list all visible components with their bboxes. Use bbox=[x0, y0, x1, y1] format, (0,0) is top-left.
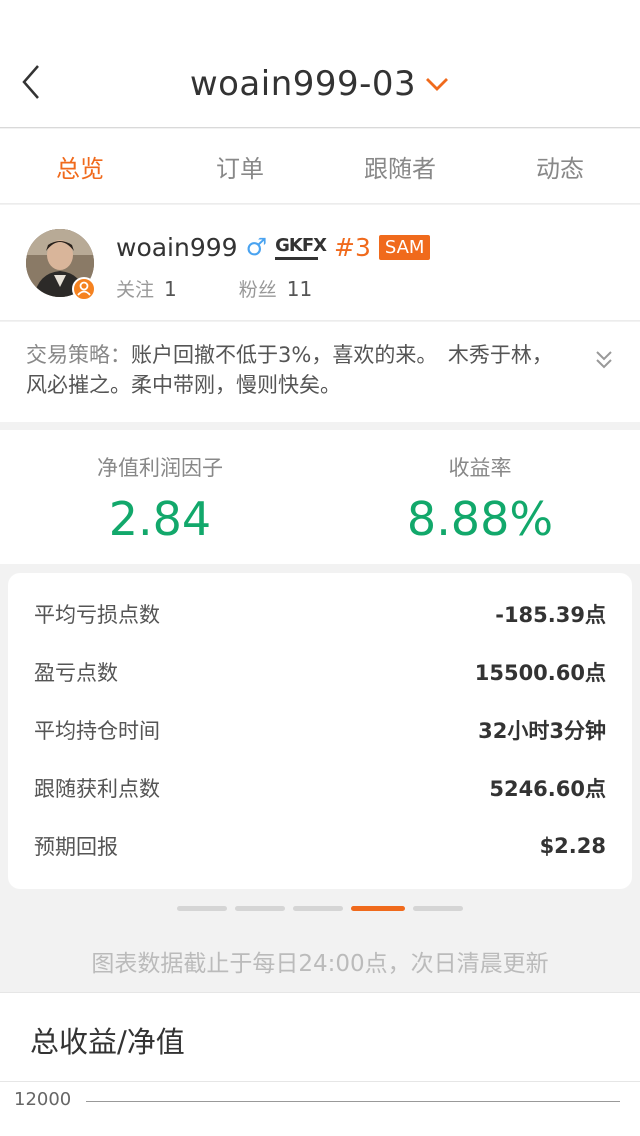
metric-row: 平均亏损点数 -185.39点 bbox=[8, 585, 632, 643]
metric-value: -185.39点 bbox=[495, 603, 606, 627]
user-name: woain999 bbox=[116, 232, 238, 262]
tab-bar: 总览 订单 跟随者 动态 bbox=[0, 129, 640, 204]
tab-overview[interactable]: 总览 bbox=[0, 129, 160, 203]
divider bbox=[0, 1081, 640, 1082]
nav-header: woain999-03 bbox=[0, 0, 640, 128]
key-stats: 净值利润因子 2.84 收益率 8.88% bbox=[0, 430, 640, 564]
stat-value: 8.88% bbox=[406, 492, 554, 546]
metric-label: 盈亏点数 bbox=[34, 661, 118, 685]
tab-followers[interactable]: 跟随者 bbox=[320, 129, 480, 203]
rank-label: #3 bbox=[334, 232, 371, 262]
male-icon: ♂ bbox=[245, 233, 268, 261]
metric-label: 平均亏损点数 bbox=[34, 603, 160, 627]
fans-count[interactable]: 11 bbox=[287, 277, 312, 301]
account-switcher[interactable]: woain999-03 bbox=[0, 62, 640, 106]
verified-badge-icon bbox=[72, 277, 96, 301]
following-count[interactable]: 1 bbox=[164, 277, 177, 301]
page-dot[interactable] bbox=[235, 906, 285, 911]
metric-value: 5246.60点 bbox=[489, 777, 606, 801]
chevron-down-icon[interactable] bbox=[424, 74, 450, 94]
metric-label: 预期回报 bbox=[34, 835, 118, 859]
stat-return-rate: 收益率 8.88% bbox=[320, 430, 640, 564]
broker-logo: GKFX bbox=[275, 235, 327, 260]
fans-label[interactable]: 粉丝 bbox=[239, 275, 277, 302]
page-indicator bbox=[0, 906, 640, 911]
stat-value: 2.84 bbox=[108, 492, 212, 546]
stat-profit-factor: 净值利润因子 2.84 bbox=[0, 430, 320, 564]
chart-title: 总收益/净值 bbox=[30, 1025, 185, 1059]
chart-gridline bbox=[86, 1101, 620, 1102]
strategy-label: 交易策略： bbox=[26, 343, 131, 367]
following-label[interactable]: 关注 bbox=[116, 275, 154, 302]
double-chevron-down-icon[interactable] bbox=[592, 348, 616, 372]
y-tick-label: 12000 bbox=[14, 1089, 72, 1110]
page-dot[interactable] bbox=[413, 906, 463, 911]
page: woain999-03 总览 订单 跟随者 动态 woain999 ♂ GKFX… bbox=[0, 0, 640, 1136]
metric-label: 跟随获利点数 bbox=[34, 777, 160, 801]
strategy-tag-badge: SAM bbox=[378, 234, 431, 260]
metric-label: 平均持仓时间 bbox=[34, 719, 160, 743]
metrics-card[interactable]: 平均亏损点数 -185.39点 盈亏点数 15500.60点 平均持仓时间 32… bbox=[8, 573, 632, 889]
follow-stats: 关注 1 粉丝 11 bbox=[116, 275, 374, 302]
tab-orders[interactable]: 订单 bbox=[160, 129, 320, 203]
page-dot-active[interactable] bbox=[351, 906, 405, 911]
page-dot[interactable] bbox=[177, 906, 227, 911]
strategy-section: 交易策略：账户回撤不低于3%，喜欢的来。 木秀于林，风必摧之。柔中带刚，慢则快矣… bbox=[0, 322, 640, 422]
metric-row: 跟随获利点数 5246.60点 bbox=[8, 759, 632, 817]
page-title: woain999-03 bbox=[189, 64, 417, 104]
metric-value: 32小时3分钟 bbox=[478, 719, 606, 743]
name-row: woain999 ♂ GKFX #3 SAM bbox=[116, 229, 431, 265]
metric-row: 预期回报 $2.28 bbox=[8, 817, 632, 875]
metric-value: 15500.60点 bbox=[474, 661, 606, 685]
metric-row: 盈亏点数 15500.60点 bbox=[8, 643, 632, 701]
stat-label: 净值利润因子 bbox=[97, 456, 223, 480]
chart-section: 总收益/净值 12000 bbox=[0, 992, 640, 1136]
metric-value: $2.28 bbox=[539, 834, 606, 858]
page-dot[interactable] bbox=[293, 906, 343, 911]
profile-card: woain999 ♂ GKFX #3 SAM 关注 1 粉丝 11 bbox=[0, 205, 640, 321]
metric-row: 平均持仓时间 32小时3分钟 bbox=[8, 701, 632, 759]
stat-label: 收益率 bbox=[448, 456, 512, 480]
tab-activity[interactable]: 动态 bbox=[480, 129, 640, 203]
data-update-note: 图表数据截止于每日24:00点，次日清晨更新 bbox=[91, 951, 549, 977]
strategy-description: 交易策略：账户回撤不低于3%，喜欢的来。 木秀于林，风必摧之。柔中带刚，慢则快矣… bbox=[26, 340, 566, 400]
